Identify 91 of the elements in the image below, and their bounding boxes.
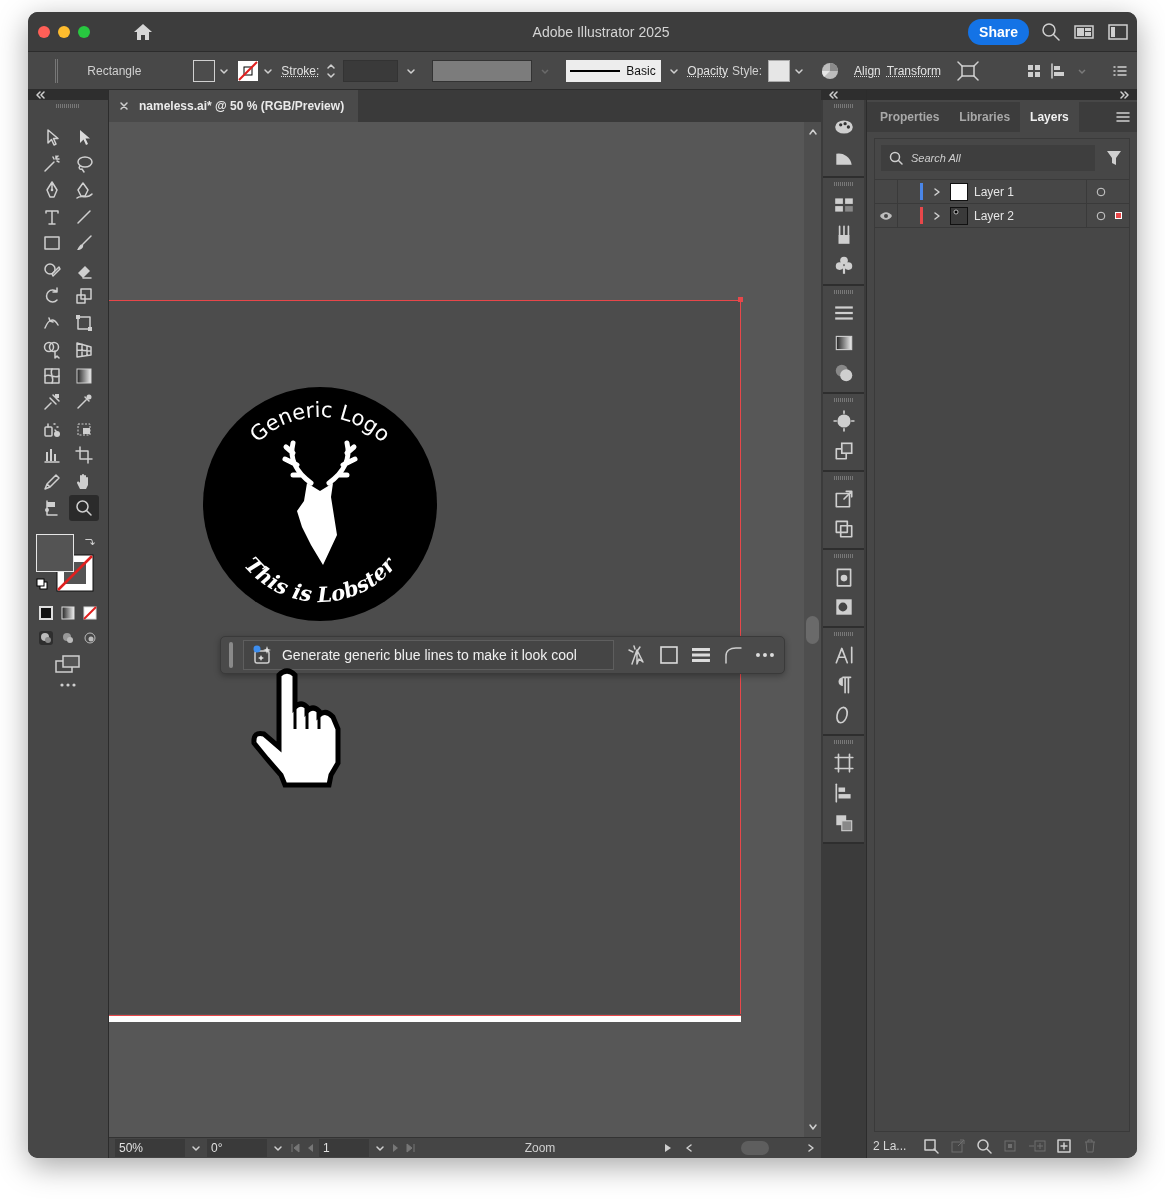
artboard-number-field[interactable]: 1 [319, 1139, 369, 1157]
selected-art-square-icon[interactable] [1115, 212, 1122, 219]
collapse-icon[interactable] [34, 91, 46, 99]
grip-handle[interactable] [56, 104, 80, 108]
graphic-style-swatch[interactable] [768, 59, 791, 82]
filter-icon[interactable] [1105, 149, 1123, 167]
search-icon[interactable] [1041, 21, 1061, 42]
search-icon[interactable] [976, 1138, 993, 1154]
scroll-left-icon[interactable] [685, 1143, 693, 1153]
zoom-icon[interactable] [69, 495, 99, 521]
panel-tab[interactable]: Properties [870, 102, 950, 132]
export-layer-icon [950, 1138, 967, 1154]
artboard-corner-handle[interactable] [738, 297, 743, 302]
panel-tab[interactable]: Layers [1020, 102, 1079, 132]
transform-panel-icon[interactable] [832, 752, 855, 774]
fill-swatch[interactable] [36, 533, 74, 572]
collapse-icon[interactable] [827, 91, 839, 99]
target-circle-icon[interactable] [1096, 210, 1106, 221]
drag-handle[interactable] [229, 642, 233, 668]
target-circle-icon[interactable] [1096, 186, 1106, 197]
brush-definition-field[interactable]: Basic [566, 59, 662, 82]
default-colors-icon[interactable] [36, 577, 48, 590]
expand-chevron-icon[interactable] [932, 186, 942, 197]
artboards-panel-icon[interactable] [832, 518, 855, 540]
color-mode-icon[interactable] [38, 604, 54, 621]
grip-handle[interactable] [833, 554, 854, 558]
gradient-mode-icon[interactable] [60, 604, 76, 621]
more-icon[interactable] [59, 681, 77, 688]
fill-swatch[interactable] [193, 59, 216, 82]
scroll-right-icon[interactable] [807, 1143, 815, 1153]
scrollbar-thumb[interactable] [806, 616, 819, 644]
minimize-window-icon[interactable] [58, 25, 70, 38]
rotation-field[interactable]: 0° [207, 1139, 267, 1157]
search-field[interactable]: Search All [881, 145, 1095, 171]
stroke-none-swatch[interactable] [237, 59, 260, 82]
screen-mode-icon[interactable] [55, 654, 81, 673]
layer-thumbnail [950, 182, 968, 201]
scroll-up-icon[interactable] [807, 128, 818, 136]
hand-cursor-icon [249, 667, 344, 789]
corner-radius-icon[interactable] [722, 644, 745, 666]
grip-handle[interactable] [833, 290, 854, 294]
panel-layout-icon[interactable] [1107, 21, 1129, 42]
opacity-link[interactable]: Opacity [687, 63, 729, 78]
style-label: Style: [732, 63, 763, 78]
recolor-icon[interactable] [820, 60, 841, 81]
none-mode-icon[interactable] [82, 604, 98, 621]
eye-icon [879, 210, 893, 221]
export-icon[interactable] [832, 488, 855, 510]
grip-handle[interactable] [833, 398, 854, 402]
layer-name: Layer 2 [974, 208, 1016, 223]
panel-tab[interactable]: Libraries [949, 102, 1021, 132]
close-window-icon[interactable] [38, 25, 50, 38]
layer-thumbnail [950, 206, 968, 225]
graphic-styles-icon[interactable] [832, 440, 855, 462]
expand-chevron-icon[interactable] [932, 210, 942, 221]
grip-handle[interactable] [833, 632, 854, 636]
grip-handle[interactable] [833, 476, 854, 480]
grip-handle[interactable] [833, 182, 854, 186]
window-title: Adobe Illustrator 2025 [531, 23, 671, 40]
scrollbar-thumb[interactable] [741, 1141, 769, 1155]
grip-handle[interactable] [833, 740, 854, 744]
collapse-icon[interactable] [1119, 91, 1131, 99]
draw-normal-icon[interactable] [38, 629, 54, 646]
grip-handle[interactable] [833, 104, 854, 108]
zoom-window-icon[interactable] [78, 25, 90, 38]
document-tab[interactable]: nameless.ai* @ 50 % (RGB/Preview) [109, 90, 359, 122]
isolate-icon[interactable] [957, 60, 979, 81]
new-layer-icon[interactable] [1056, 1138, 1073, 1154]
panel-menu-icon[interactable] [1115, 110, 1131, 124]
prompt-field[interactable]: Generate generic blue lines to make it look cool [243, 640, 615, 670]
square-shape-icon[interactable] [658, 644, 681, 666]
clipping-mask-icon [1002, 1138, 1019, 1154]
search-icon [889, 151, 903, 165]
share-button[interactable]: Share [968, 18, 1029, 45]
layer-count: 2 La... [873, 1139, 907, 1153]
new-sublayer-icon [1028, 1138, 1047, 1154]
locate-object-icon[interactable] [922, 1137, 941, 1155]
current-tool-label: Zoom [523, 1141, 557, 1155]
appearance-icon[interactable] [832, 410, 855, 432]
scroll-down-icon[interactable] [807, 1123, 818, 1131]
selection-label: Rectangle [87, 63, 143, 78]
close-icon[interactable] [119, 101, 129, 111]
play-icon[interactable] [663, 1143, 673, 1153]
zoom-level-field[interactable]: 50% [115, 1139, 185, 1157]
layer-row[interactable]: Layer 2 [875, 204, 1129, 228]
draw-inside-icon[interactable] [82, 629, 98, 646]
layer-row[interactable]: Layer 1 [875, 180, 1129, 204]
layer-name: Layer 1 [974, 184, 1016, 199]
transform-link[interactable]: Transform [886, 63, 941, 78]
stroke-link[interactable]: Stroke: [281, 63, 320, 78]
align-link[interactable]: Align [854, 63, 881, 78]
